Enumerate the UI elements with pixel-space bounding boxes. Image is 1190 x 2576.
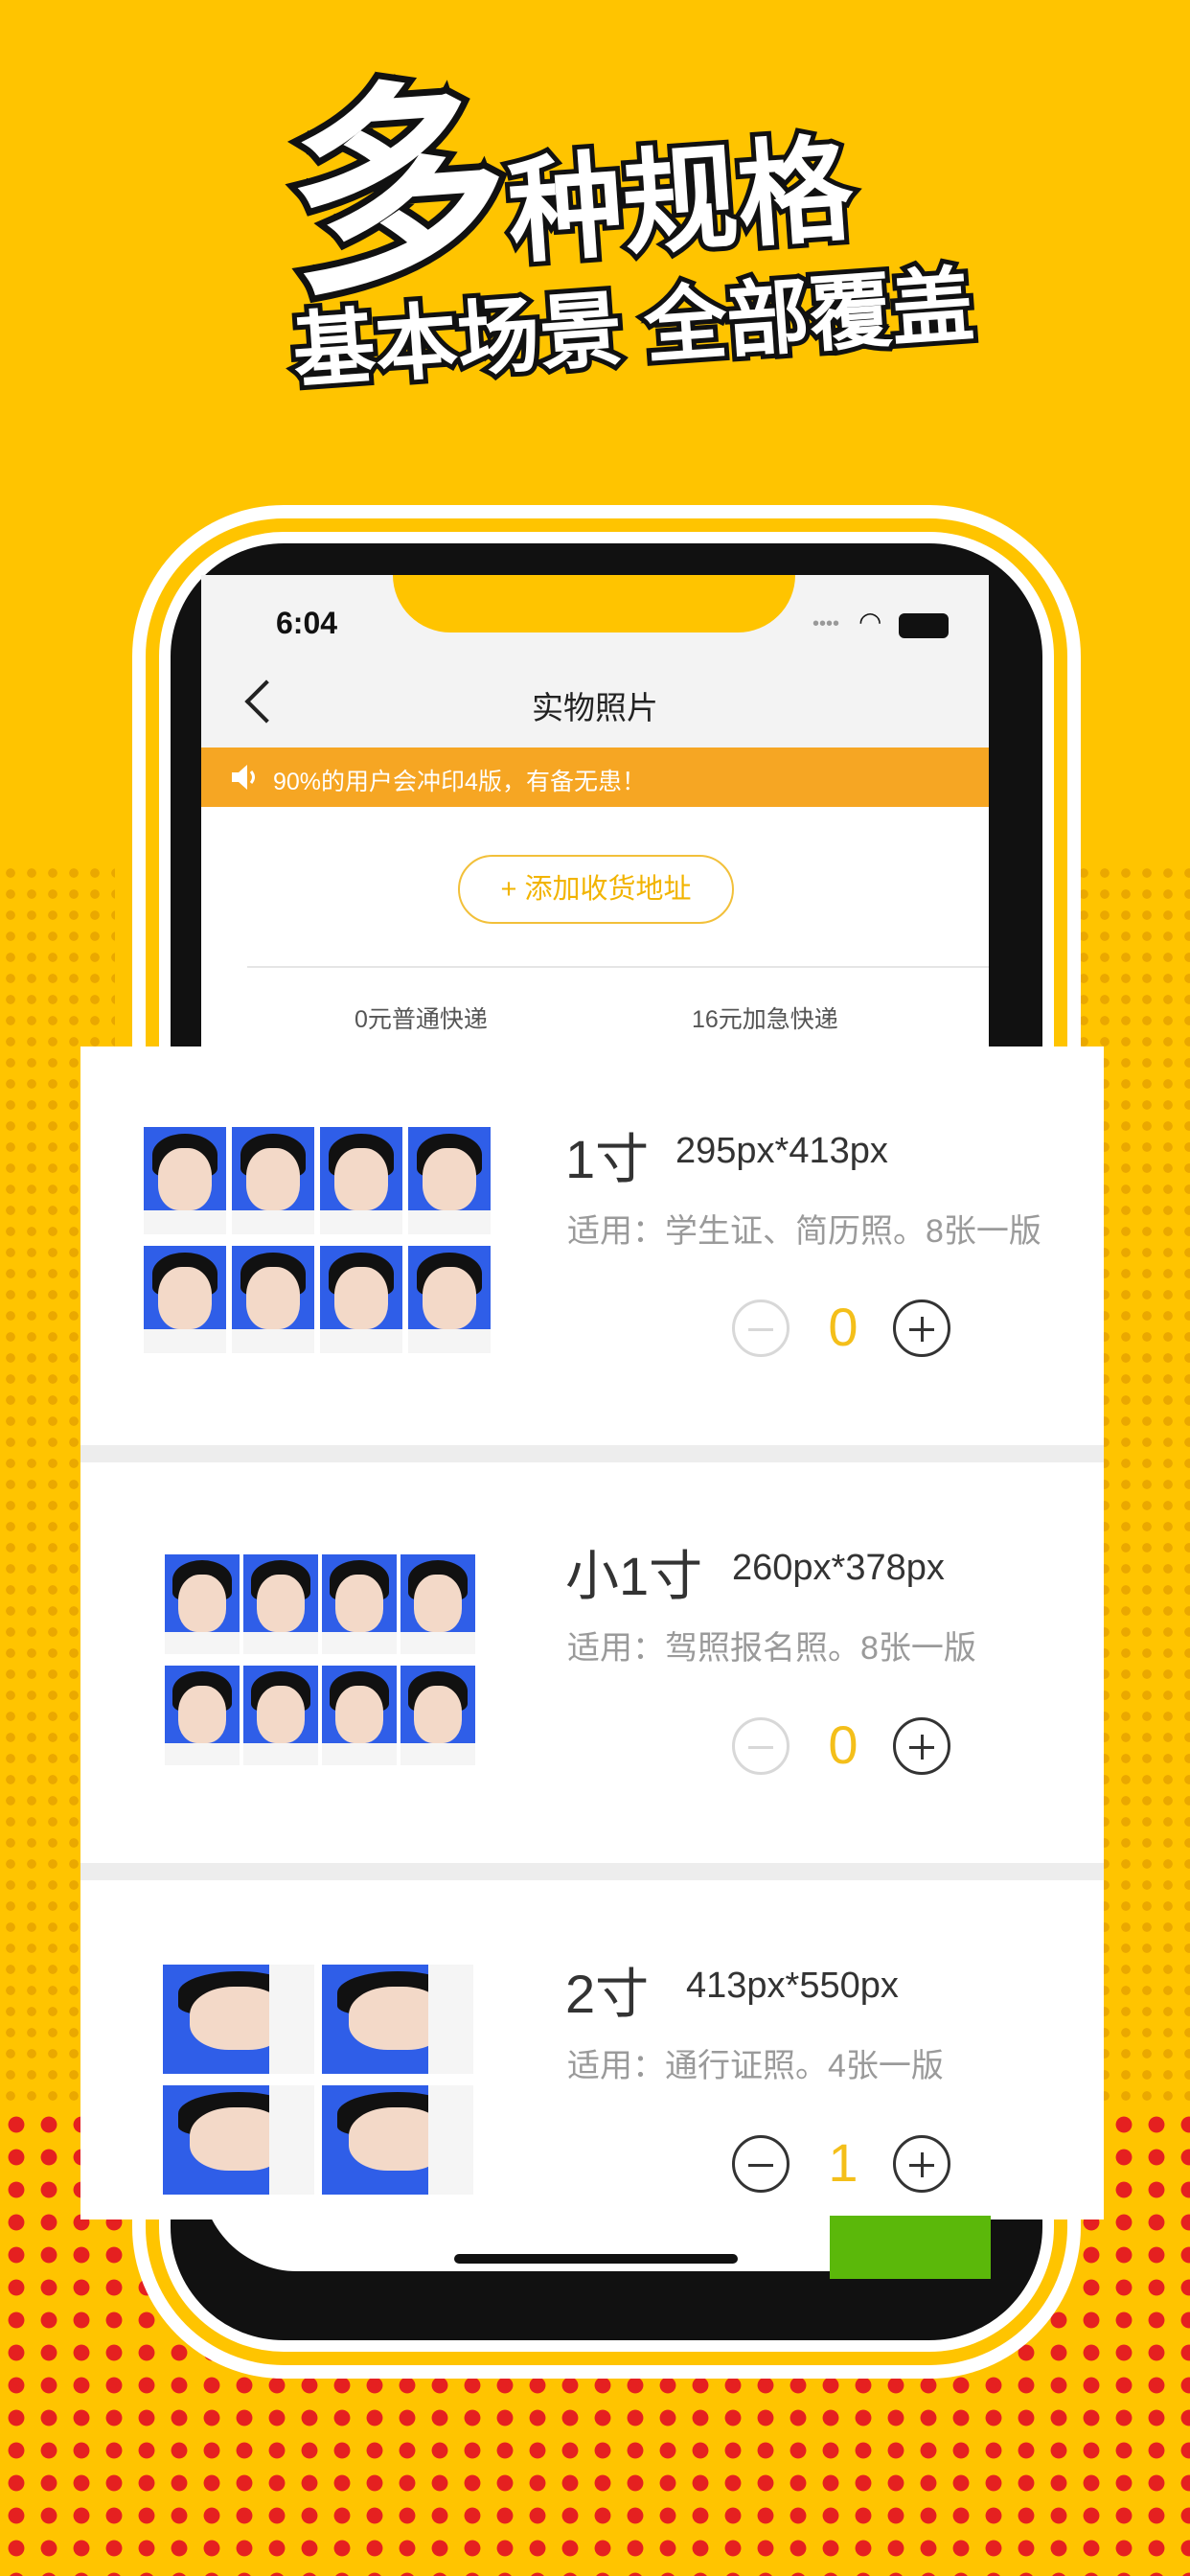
photo-tile	[165, 1554, 240, 1654]
increase-button[interactable]	[893, 1300, 950, 1357]
product-size: 小1寸	[565, 1546, 703, 1606]
photo-tile	[408, 1246, 491, 1353]
shipping-express[interactable]: 16元加急快递	[692, 1000, 838, 1035]
page-title: 实物照片	[532, 690, 658, 725]
card-separator	[80, 1445, 1104, 1462]
photo-tile	[408, 1127, 491, 1234]
photo-tile	[320, 1127, 402, 1234]
headline-line1: 种规格	[499, 121, 861, 283]
product-dimensions: 413px*550px	[686, 1966, 899, 2006]
phone-notch	[393, 575, 795, 632]
speaker-icon	[232, 765, 255, 790]
photo-tile	[322, 1666, 397, 1765]
increase-button[interactable]	[893, 2135, 950, 2193]
headline-big-char: 多	[272, 54, 522, 328]
checkout-button[interactable]	[830, 2216, 991, 2279]
signal-icon: ••••	[812, 613, 840, 634]
shipping-standard[interactable]: 0元普通快递	[355, 1000, 488, 1035]
product-usage: 适用：驾照报名照。8张一版	[567, 1630, 976, 1667]
increase-button[interactable]	[893, 1717, 950, 1775]
quantity-value: 1	[828, 2132, 858, 2193]
add-address-button[interactable]: + 添加收货地址	[458, 855, 734, 924]
photo-tile	[320, 1246, 402, 1353]
photo-tile	[232, 1246, 314, 1353]
product-size: 2寸	[565, 1964, 650, 2024]
photo-tile	[322, 1554, 397, 1654]
photo-tile	[243, 1666, 318, 1765]
photo-tile	[232, 1127, 314, 1234]
decrease-button[interactable]	[732, 1717, 790, 1775]
decrease-button[interactable]	[732, 1300, 790, 1357]
battery-icon	[899, 613, 949, 638]
quantity-value: 0	[828, 1714, 858, 1775]
photo-tile	[400, 1554, 475, 1654]
wifi-icon: ◠	[858, 607, 882, 636]
photo-tile	[322, 1965, 473, 2074]
notice-banner: 90%的用户会冲印4版，有备无患！	[201, 748, 989, 807]
photo-tile	[163, 1965, 314, 2074]
product-usage: 适用：学生证、简历照。8张一版	[567, 1213, 1041, 1250]
product-dimensions: 260px*378px	[732, 1548, 945, 1588]
product-dimensions: 295px*413px	[675, 1131, 888, 1171]
photo-tile	[163, 2085, 314, 2195]
photo-tile	[144, 1246, 226, 1353]
status-time: 6:04	[276, 606, 338, 640]
photo-tile	[322, 2085, 473, 2195]
notice-text: 90%的用户会冲印4版，有备无患！	[273, 769, 646, 795]
divider	[247, 966, 989, 968]
home-indicator	[454, 2254, 738, 2264]
photo-tile	[400, 1666, 475, 1765]
decrease-button[interactable]	[732, 2135, 790, 2193]
photo-tile	[144, 1127, 226, 1234]
card-separator	[80, 1863, 1104, 1880]
photo-tile	[165, 1666, 240, 1765]
quantity-value: 0	[828, 1297, 858, 1357]
product-usage: 适用：通行证照。4张一版	[567, 2048, 944, 2084]
product-size: 1寸	[565, 1129, 650, 1189]
photo-tile	[243, 1554, 318, 1654]
